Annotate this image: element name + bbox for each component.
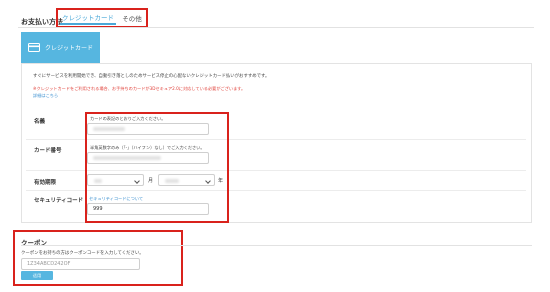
- header-divider: [18, 27, 534, 28]
- credit-card-icon: [27, 43, 40, 52]
- coupon-code-input[interactable]: 1Z34ABCD242OF: [21, 258, 140, 270]
- 3d-secure-warning: ※クレジットカードをご利用される場合、お手持ちのカードが3Dセキュア2.0に対応…: [33, 86, 246, 91]
- form-fields-highlight: [85, 112, 229, 223]
- tab-credit-card[interactable]: クレジットカード: [60, 11, 116, 25]
- expiry-label: 有効期限: [34, 180, 57, 186]
- coupon-divider: [21, 245, 532, 246]
- credit-card-button-label: クレジットカード: [44, 45, 93, 52]
- tab-other[interactable]: その他: [118, 11, 146, 25]
- details-link[interactable]: 詳細はこちら: [33, 93, 58, 99]
- coupon-apply-button[interactable]: 适用: [21, 271, 53, 280]
- coupon-description: クーポンをお持ちの方はクーポンコードを入力してください。: [21, 251, 144, 256]
- security-code-label: セキュリティコード: [34, 198, 84, 204]
- card-number-label: カード番号: [34, 148, 62, 154]
- credit-card-button[interactable]: クレジットカード: [21, 32, 100, 63]
- name-label: 名義: [34, 119, 46, 125]
- intro-text: すぐにサービスを利用開始でき、自動引き落としのためサービス停止の心配ないクレジッ…: [33, 74, 270, 79]
